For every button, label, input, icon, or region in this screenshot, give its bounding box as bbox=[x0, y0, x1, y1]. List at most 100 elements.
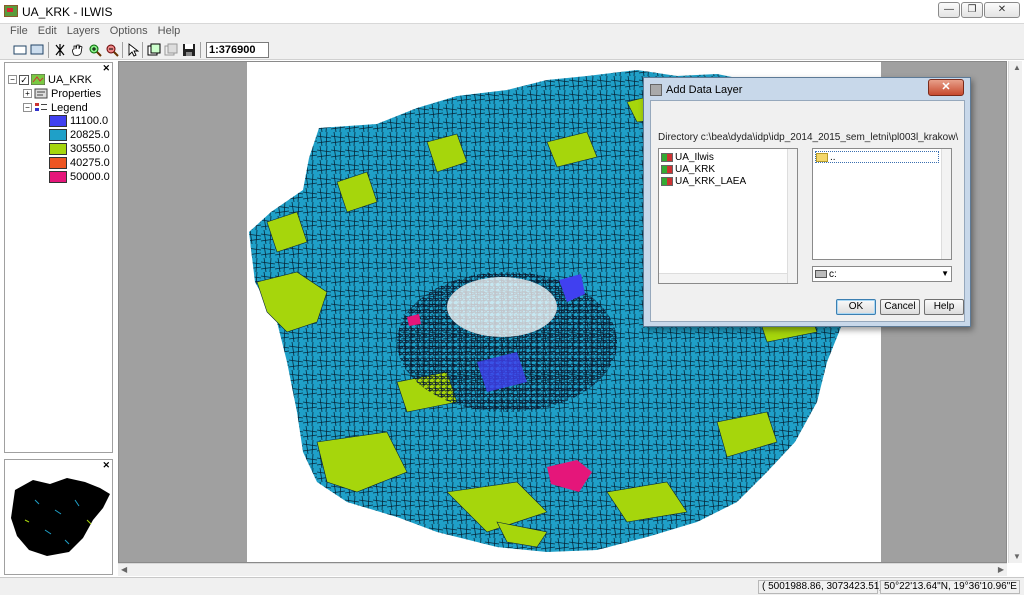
menu-help[interactable]: Help bbox=[153, 24, 186, 38]
dialog-close-button[interactable]: ✕ bbox=[928, 79, 964, 96]
toolbar-separator bbox=[142, 42, 143, 58]
legend-value: 30550.0 bbox=[70, 142, 110, 155]
overview-map[interactable] bbox=[5, 460, 112, 574]
zoom-in-icon[interactable] bbox=[87, 42, 103, 58]
collapse-icon[interactable]: − bbox=[23, 103, 32, 112]
collapse-icon[interactable]: − bbox=[8, 75, 17, 84]
folder-list[interactable]: .. bbox=[812, 148, 952, 260]
tree-item-root[interactable]: − ✓ UA_KRK bbox=[8, 73, 92, 86]
legend-swatch bbox=[49, 142, 67, 155]
legend-item: 50000.0 bbox=[49, 170, 110, 183]
entire-map-icon[interactable] bbox=[12, 42, 28, 58]
latlon-readout: 50°22'13.64"N, 19°36'10.96"E bbox=[880, 580, 1020, 594]
map-file-icon bbox=[661, 176, 673, 186]
tree-item-label: Legend bbox=[51, 101, 88, 114]
ok-button[interactable]: OK bbox=[836, 299, 876, 315]
menu-layers[interactable]: Layers bbox=[62, 24, 105, 38]
scroll-right-icon[interactable]: ▶ bbox=[998, 565, 1004, 574]
file-list[interactable]: UA_Ilwis UA_KRK UA_KRK_LAEA bbox=[658, 148, 798, 284]
legend-value: 50000.0 bbox=[70, 170, 110, 183]
folder-icon bbox=[816, 152, 828, 162]
file-list-scrollbar[interactable] bbox=[787, 149, 797, 283]
chevron-down-icon[interactable]: ▼ bbox=[941, 269, 949, 278]
tree-item-legend[interactable]: − Legend bbox=[23, 101, 88, 114]
select-arrow-icon[interactable] bbox=[125, 42, 141, 58]
file-list-item[interactable]: UA_Ilwis bbox=[661, 151, 714, 163]
layer-tree-panel: ✕ − ✓ UA_KRK + Properties − Legend 11100… bbox=[4, 62, 113, 453]
expand-icon[interactable]: + bbox=[23, 89, 32, 98]
scroll-down-icon[interactable]: ▼ bbox=[1013, 552, 1021, 561]
legend-item: 30550.0 bbox=[49, 142, 110, 155]
menu-file[interactable]: File bbox=[5, 24, 33, 38]
toolbar: 1:376900 bbox=[0, 40, 1024, 60]
restore-button[interactable]: ❐ bbox=[961, 2, 983, 18]
map-layer-icon bbox=[30, 73, 46, 86]
tree-item-label: Properties bbox=[51, 87, 102, 100]
legend-icon bbox=[34, 102, 48, 113]
legend-swatch bbox=[49, 170, 67, 183]
legend-item: 40275.0 bbox=[49, 156, 110, 169]
toolbar-separator bbox=[122, 42, 123, 58]
ilwis-app-icon bbox=[4, 5, 18, 17]
window-controls: — ❐ ✕ bbox=[938, 2, 1020, 18]
file-name: UA_KRK_LAEA bbox=[675, 175, 747, 187]
legend-swatch bbox=[49, 114, 67, 127]
save-icon[interactable] bbox=[181, 42, 197, 58]
legend-value: 20825.0 bbox=[70, 128, 110, 141]
menu-edit[interactable]: Edit bbox=[33, 24, 62, 38]
cancel-button[interactable]: Cancel bbox=[880, 299, 920, 315]
scroll-up-icon[interactable]: ▲ bbox=[1013, 63, 1021, 72]
minimize-button[interactable]: — bbox=[938, 2, 960, 18]
legend-swatch bbox=[49, 128, 67, 141]
folder-name: .. bbox=[830, 151, 836, 163]
properties-icon bbox=[34, 88, 48, 99]
redraw-icon[interactable] bbox=[29, 42, 45, 58]
add-layer-icon[interactable] bbox=[146, 42, 162, 58]
layer-visible-checkbox[interactable]: ✓ bbox=[19, 74, 29, 85]
file-list-hscrollbar[interactable] bbox=[659, 273, 787, 283]
overview-panel: ✕ bbox=[4, 459, 113, 575]
toolbar-separator bbox=[200, 42, 201, 58]
pan-hand-icon[interactable] bbox=[69, 42, 85, 58]
dialog-icon bbox=[650, 84, 662, 96]
folder-list-item[interactable]: .. bbox=[815, 151, 939, 163]
help-button[interactable]: Help bbox=[924, 299, 964, 315]
folder-list-scrollbar[interactable] bbox=[941, 149, 951, 259]
legend-value: 40275.0 bbox=[70, 156, 110, 169]
dialog-title: Add Data Layer bbox=[666, 84, 743, 96]
legend-value: 11100.0 bbox=[70, 114, 109, 127]
drive-icon bbox=[815, 270, 827, 278]
remove-layer-icon[interactable] bbox=[163, 42, 179, 58]
map-city-core bbox=[447, 277, 557, 337]
drive-select[interactable]: c: ▼ bbox=[812, 266, 952, 282]
toolbar-separator bbox=[48, 42, 49, 58]
menu-bar: File Edit Layers Options Help bbox=[0, 24, 1024, 40]
window-title: UA_KRK - ILWIS bbox=[22, 5, 113, 19]
horizontal-scrollbar[interactable]: ◀ ▶ bbox=[118, 563, 1007, 576]
map-file-icon bbox=[661, 152, 673, 162]
directory-label: Directory c:\bea\dyda\idp\idp_2014_2015_… bbox=[658, 132, 959, 143]
file-name: UA_Ilwis bbox=[675, 151, 714, 163]
title-bar: UA_KRK - ILWIS — ❐ ✕ bbox=[0, 0, 1024, 24]
add-data-layer-dialog: Add Data Layer ✕ Directory c:\bea\dyda\i… bbox=[643, 77, 971, 327]
scale-field[interactable]: 1:376900 bbox=[206, 42, 269, 58]
zoom-out-icon[interactable] bbox=[104, 42, 120, 58]
close-icon[interactable]: ✕ bbox=[102, 63, 110, 74]
legend-item: 11100.0 bbox=[49, 114, 108, 127]
status-bar: ( 5001988.86, 3073423.51) 50°22'13.64"N,… bbox=[0, 577, 1024, 595]
coordinate-readout: ( 5001988.86, 3073423.51) bbox=[758, 580, 883, 594]
normal-cursor-icon[interactable] bbox=[52, 42, 68, 58]
map-file-icon bbox=[661, 164, 673, 174]
vertical-scrollbar[interactable]: ▲ ▼ bbox=[1008, 61, 1022, 563]
drive-selected: c: bbox=[815, 268, 837, 280]
file-list-item[interactable]: UA_KRK bbox=[661, 163, 715, 175]
scroll-left-icon[interactable]: ◀ bbox=[121, 565, 127, 574]
tree-item-label: UA_KRK bbox=[48, 73, 93, 86]
close-window-button[interactable]: ✕ bbox=[984, 2, 1020, 18]
file-list-item[interactable]: UA_KRK_LAEA bbox=[661, 175, 746, 187]
legend-item: 20825.0 bbox=[49, 128, 110, 141]
menu-options[interactable]: Options bbox=[105, 24, 153, 38]
drive-label: c: bbox=[829, 268, 837, 280]
file-name: UA_KRK bbox=[675, 163, 716, 175]
tree-item-properties[interactable]: + Properties bbox=[23, 87, 101, 100]
